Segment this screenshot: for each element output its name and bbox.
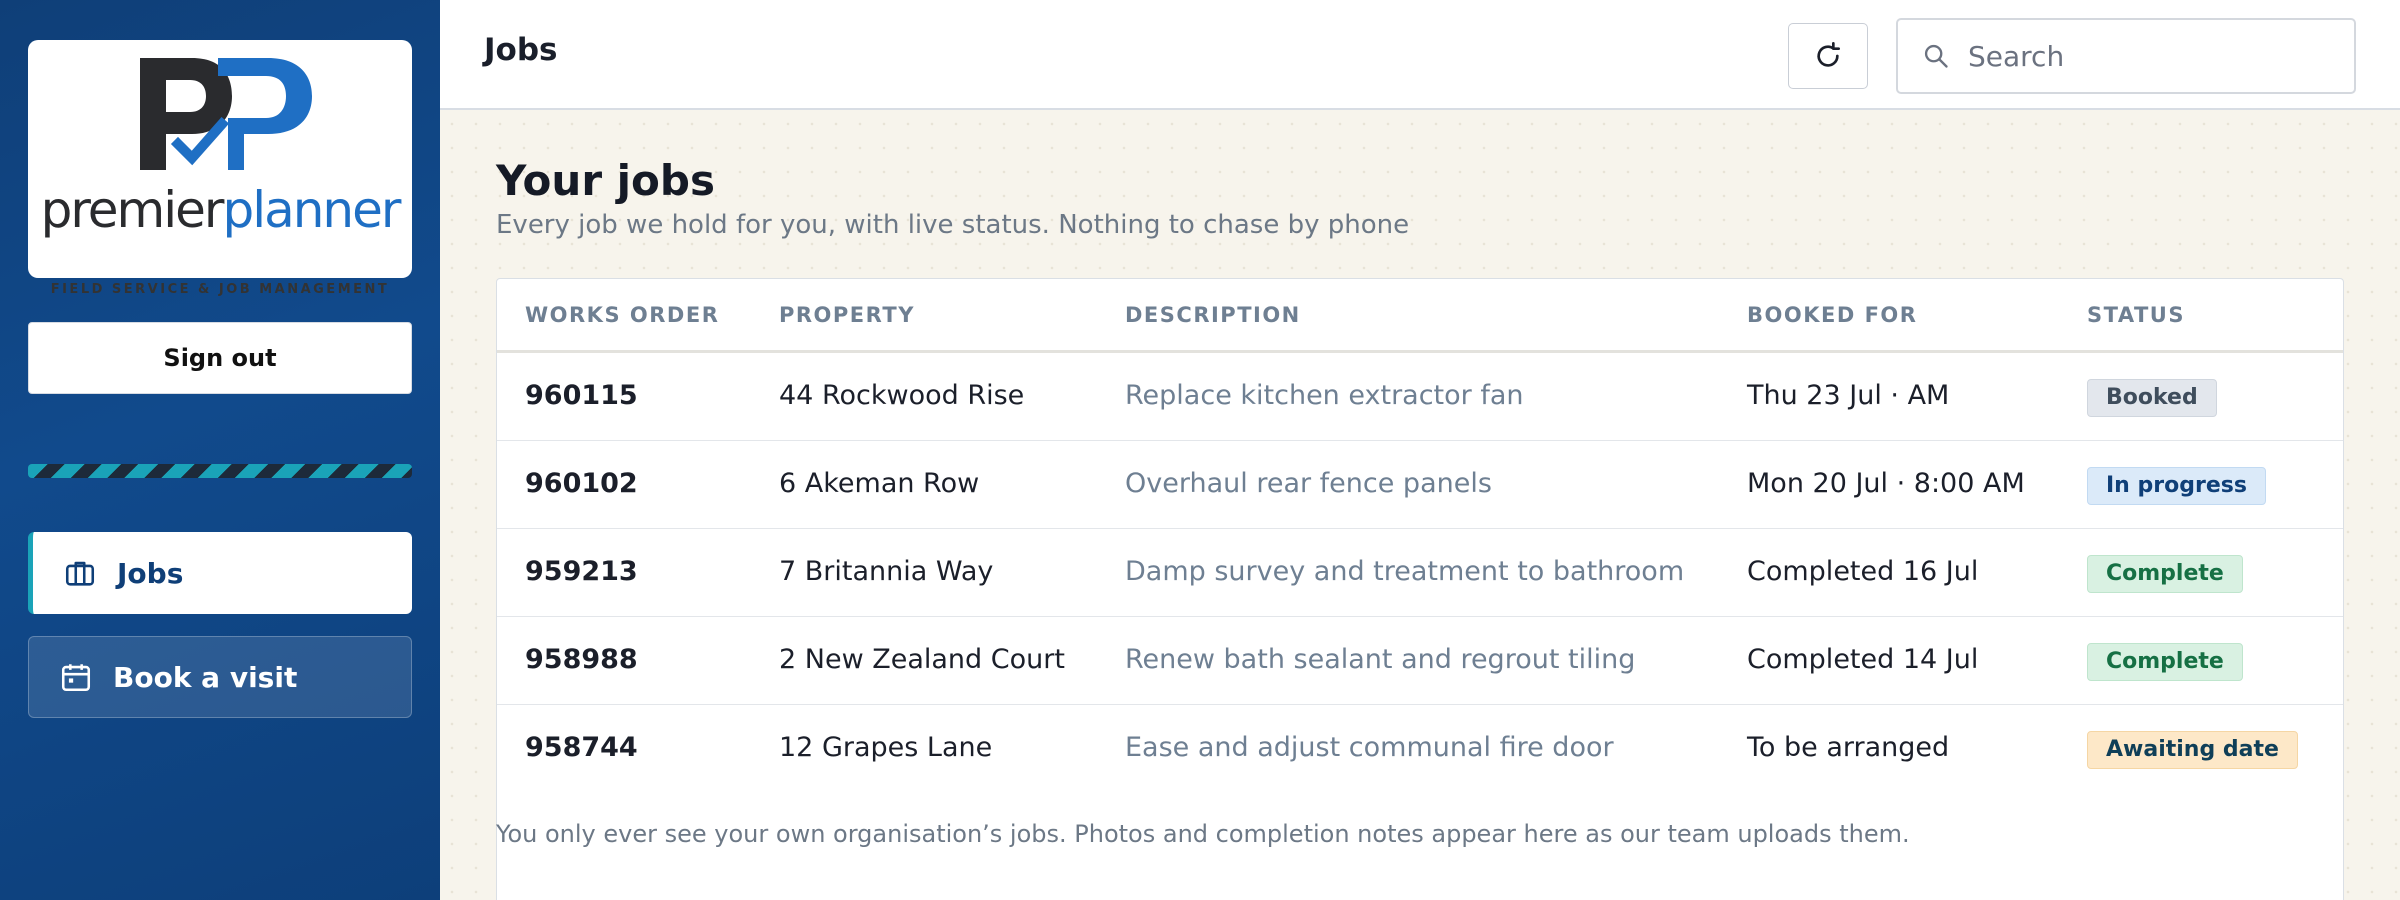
works-order-cell: 960102 [525,468,638,499]
brand-tagline: FIELD SERVICE & JOB MANAGEMENT [50,282,390,297]
sidebar-item-label: Book a visit [113,660,298,694]
status-badge: Awaiting date [2087,731,2298,769]
description-cell: Ease and adjust communal fire door [1125,732,1614,763]
column-header-description[interactable]: DESCRIPTION [1125,279,1301,351]
top-bar: Jobs [440,0,2400,110]
brand-logo: premierplanner FIELD SERVICE & JOB MANAG… [28,40,412,297]
description-cell: Replace kitchen extractor fan [1125,380,1524,411]
sidebar: premierplanner FIELD SERVICE & JOB MANAG… [0,0,440,900]
calendar-icon [61,664,91,692]
main-content: Your jobs Every job we hold for you, wit… [440,112,2400,900]
table-header: WORKS ORDER PROPERTY DESCRIPTION BOOKED … [497,279,2343,353]
sidebar-item-book-a-visit[interactable]: Book a visit [28,636,412,718]
footnote: You only ever see your own organisation’… [496,820,1910,848]
works-order-cell: 959213 [525,556,638,587]
table-row[interactable]: 960115 44 Rockwood Rise Replace kitchen … [497,353,2343,441]
description-cell: Overhaul rear fence panels [1125,468,1492,499]
property-cell: 2 New Zealand Court [779,644,1065,675]
table-row[interactable]: 958744 12 Grapes Lane Ease and adjust co… [497,705,2343,793]
sidebar-item-label: Jobs [117,556,184,590]
jobs-table: WORKS ORDER PROPERTY DESCRIPTION BOOKED … [496,278,2344,900]
brand-wordmark: premierplanner [40,181,402,239]
status-badge: Complete [2087,643,2243,681]
page-title: Your jobs [496,156,715,205]
search-icon [1924,44,1948,68]
table-row[interactable]: 960102 6 Akeman Row Overhaul rear fence … [497,441,2343,529]
search-box[interactable] [1896,18,2356,94]
column-header-booked-for[interactable]: BOOKED FOR [1747,279,1917,351]
column-header-works-order[interactable]: WORKS ORDER [525,279,719,351]
booked-for-cell: Mon 20 Jul · 8:00 AM [1747,468,2025,499]
pp-monogram-check-logo [140,58,312,170]
property-cell: 7 Britannia Way [779,556,994,587]
header-title: Jobs [484,32,558,68]
sidebar-item-jobs[interactable]: Jobs [28,532,412,614]
hazard-stripe-divider [28,464,412,478]
works-order-cell: 958988 [525,644,638,675]
booked-for-cell: Thu 23 Jul · AM [1747,380,1950,411]
status-badge: Booked [2087,379,2217,417]
description-cell: Renew bath sealant and regrout tiling [1125,644,1636,675]
page-subtitle: Every job we hold for you, with live sta… [496,210,1410,240]
refresh-icon [1817,42,1840,67]
property-cell: 6 Akeman Row [779,468,980,499]
table-row[interactable]: 959213 7 Britannia Way Damp survey and t… [497,529,2343,617]
property-cell: 44 Rockwood Rise [779,380,1025,411]
search-input[interactable] [1968,39,2328,73]
column-header-property[interactable]: PROPERTY [779,279,915,351]
booked-for-cell: Completed 14 Jul [1747,644,1979,675]
works-order-cell: 958744 [525,732,638,763]
status-badge: In progress [2087,467,2266,505]
booked-for-cell: To be arranged [1747,732,1950,763]
works-order-cell: 960115 [525,380,638,411]
refresh-button[interactable] [1788,23,1868,89]
table-row[interactable]: 958988 2 New Zealand Court Renew bath se… [497,617,2343,705]
property-cell: 12 Grapes Lane [779,732,993,763]
description-cell: Damp survey and treatment to bathroom [1125,556,1685,587]
sign-out-button[interactable]: Sign out [28,322,412,394]
booked-for-cell: Completed 16 Jul [1747,556,1979,587]
status-badge: Complete [2087,555,2243,593]
briefcase-icon [65,561,95,586]
column-header-status[interactable]: STATUS [2087,279,2185,351]
